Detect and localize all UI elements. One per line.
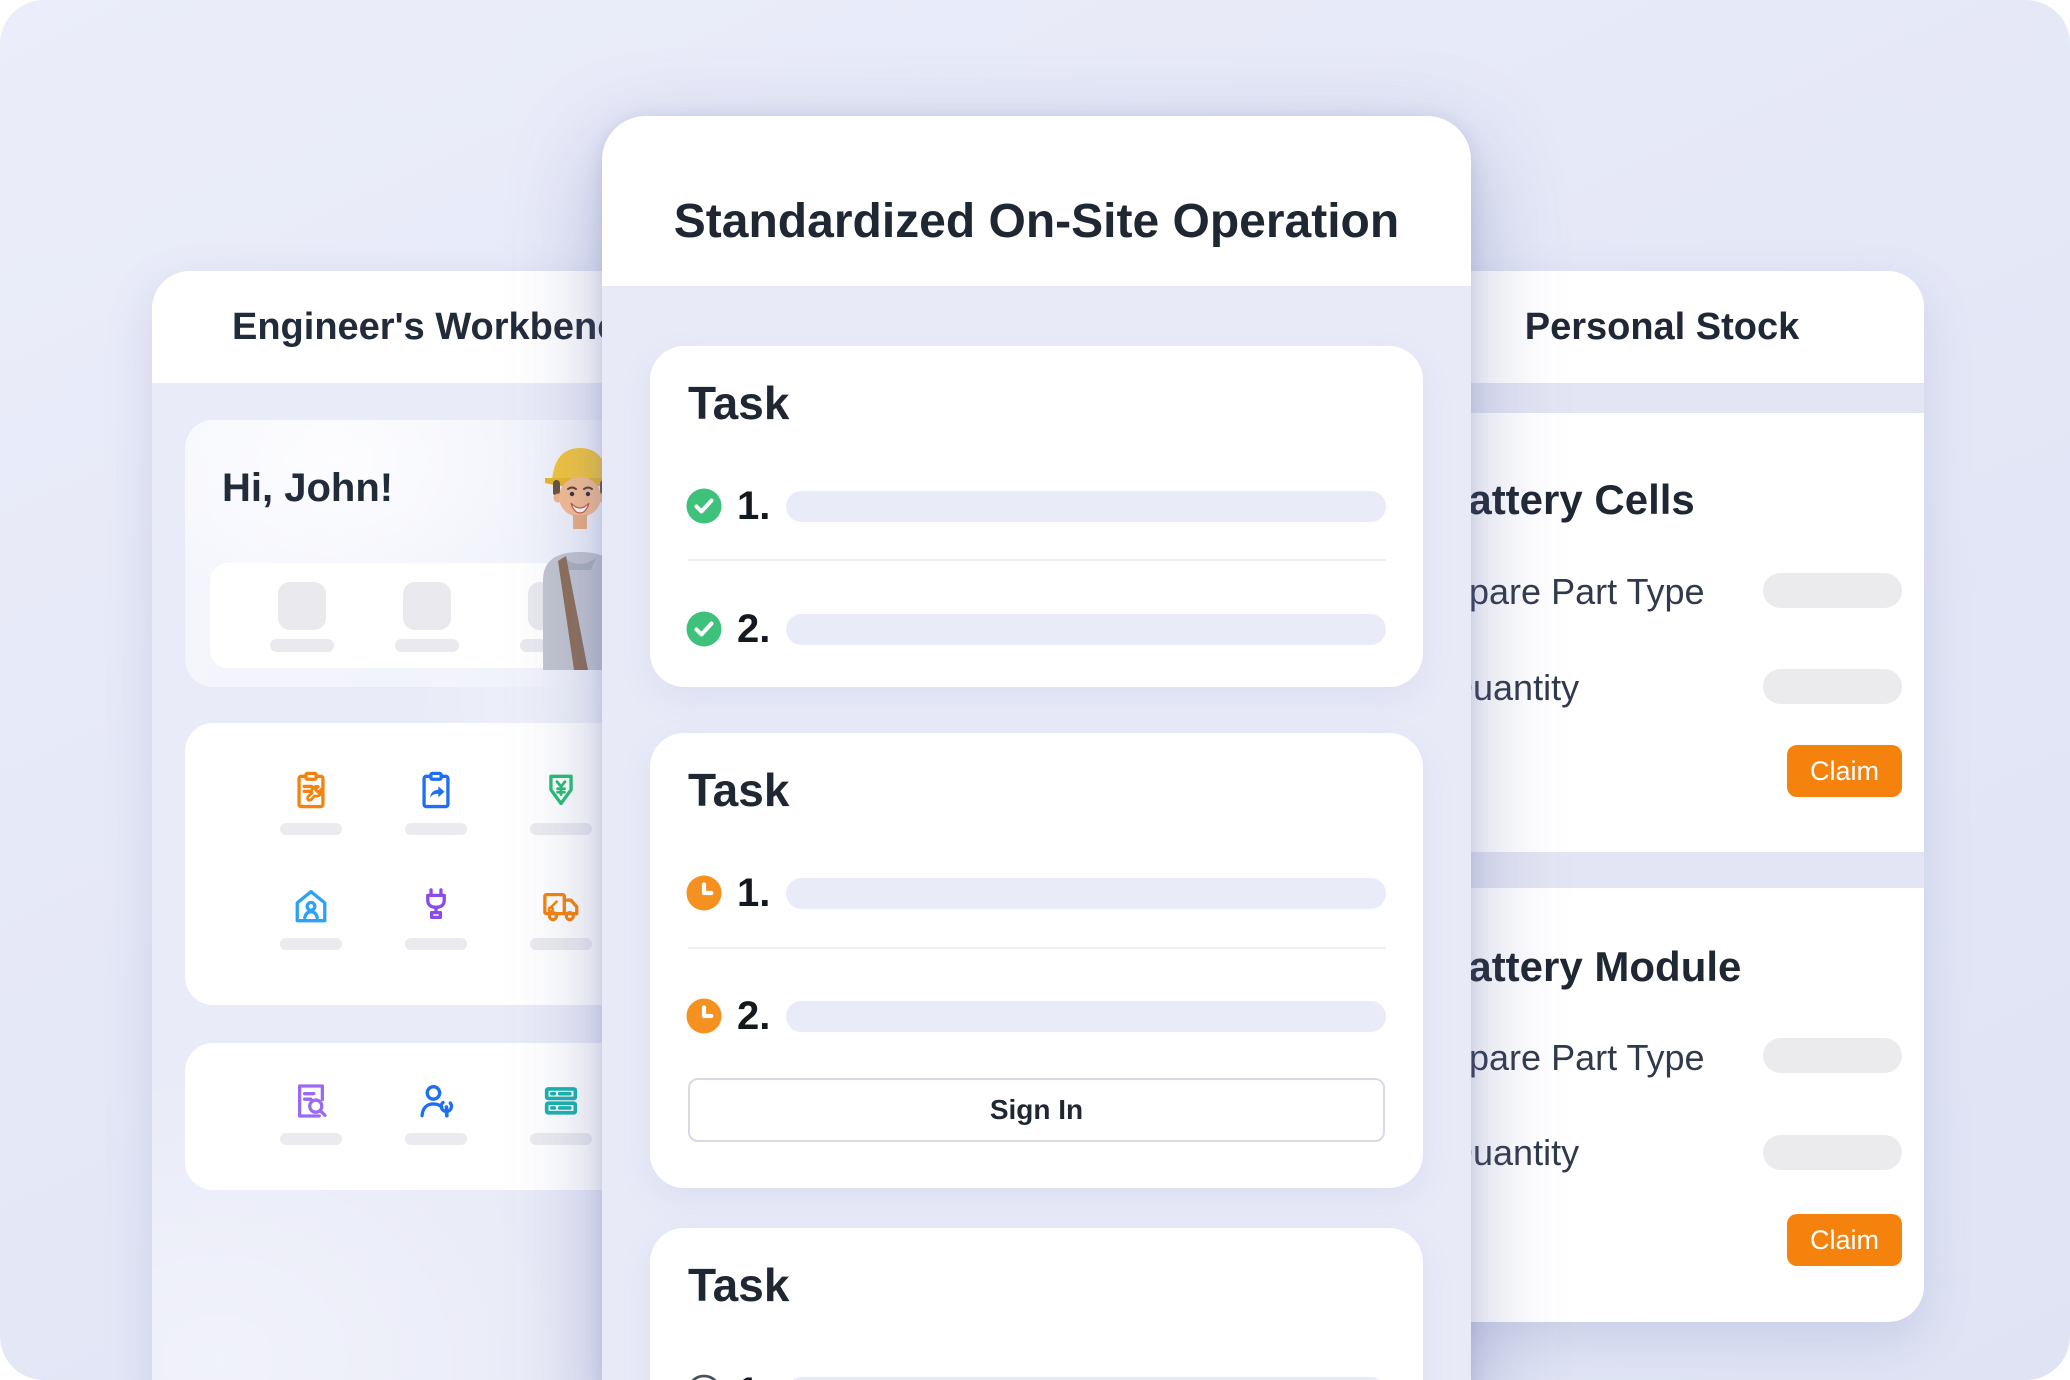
feature-transfer[interactable] xyxy=(388,769,484,835)
onsite-operation-title: Standardized On-Site Operation xyxy=(602,194,1471,250)
feature-label-placeholder xyxy=(405,938,467,950)
onsite-operation-header: Standardized On-Site Operation xyxy=(602,116,1471,286)
stat-label-placeholder xyxy=(395,639,459,652)
task-item-row: 1. xyxy=(650,488,1423,524)
spare-part-type-value-placeholder xyxy=(1763,573,1902,608)
claim-button-battery-cells[interactable]: Claim xyxy=(1787,745,1902,797)
document-search-icon xyxy=(289,1079,333,1123)
tool-inspection[interactable] xyxy=(263,1079,359,1145)
receive-payment-icon xyxy=(539,769,583,813)
feature-label-placeholder xyxy=(530,823,592,835)
clock-icon xyxy=(686,998,722,1034)
sign-in-button[interactable]: Sign In xyxy=(688,1078,1385,1142)
feature-receive-payment[interactable] xyxy=(513,769,609,835)
check-circle-icon xyxy=(686,611,722,647)
task-item-text-placeholder xyxy=(786,1001,1386,1032)
tool-label-placeholder xyxy=(530,1133,592,1145)
personal-stock-panel: Personal Stock Battery Cells Spare Part … xyxy=(1400,271,1924,1322)
tool-label-placeholder xyxy=(280,1133,342,1145)
stat-label-placeholder xyxy=(270,639,334,652)
task-card-pending: Task 1. 2. xyxy=(650,733,1423,1188)
task-item-number: 2. xyxy=(737,994,770,1038)
quantity-value-placeholder xyxy=(1763,1135,1902,1170)
section-divider-band xyxy=(1400,383,1924,413)
stat-placeholder xyxy=(379,563,475,668)
tool-label-placeholder xyxy=(405,1133,467,1145)
stat-icon-placeholder xyxy=(403,582,451,630)
stat-placeholder xyxy=(254,563,350,668)
section-divider-band xyxy=(1400,852,1924,888)
task-card-title: Task xyxy=(688,376,789,430)
feature-service-truck[interactable] xyxy=(513,884,609,950)
service-truck-icon xyxy=(539,884,583,928)
feature-label-placeholder xyxy=(280,938,342,950)
spare-part-type-label: Spare Part Type xyxy=(1445,571,1705,613)
spare-part-type-label: Spare Part Type xyxy=(1445,1037,1705,1079)
work-order-icon xyxy=(289,769,333,813)
onsite-operation-panel: Standardized On-Site Operation Task 1. xyxy=(602,116,1471,1380)
feature-label-placeholder xyxy=(405,823,467,835)
task-card-title: Task xyxy=(688,763,789,817)
task-item-row: 2. xyxy=(650,611,1423,647)
task-item-row: 2. xyxy=(650,998,1423,1034)
personal-stock-title: Personal Stock xyxy=(1400,303,1924,351)
feature-charging[interactable] xyxy=(388,884,484,950)
task-card-upcoming: Task 1. xyxy=(650,1228,1423,1380)
clock-outline-icon xyxy=(686,1374,722,1380)
workbench-title: Engineer's Workbench xyxy=(232,303,642,351)
feature-label-placeholder xyxy=(280,823,342,835)
row-divider xyxy=(688,559,1386,561)
task-card-completed: Task 1. 2. xyxy=(650,346,1423,687)
app-showcase: Engineer's Workbench Hi, John! xyxy=(0,0,2070,1380)
stat-icon-placeholder xyxy=(278,582,326,630)
engineer-wrench-icon xyxy=(414,1079,458,1123)
asset-servers-icon xyxy=(539,1079,583,1123)
task-card-title: Task xyxy=(688,1258,789,1312)
claim-button-battery-module[interactable]: Claim xyxy=(1787,1214,1902,1266)
check-circle-icon xyxy=(686,488,722,524)
section-title-battery-cells: Battery Cells xyxy=(1438,475,1695,525)
task-item-row: 1. xyxy=(650,1374,1423,1380)
feature-home-visit[interactable] xyxy=(263,884,359,950)
transfer-clipboard-icon xyxy=(414,769,458,813)
feature-label-placeholder xyxy=(530,938,592,950)
feature-work-order[interactable] xyxy=(263,769,359,835)
greeting-text: Hi, John! xyxy=(222,464,393,512)
charging-plug-icon xyxy=(414,884,458,928)
spare-part-type-value-placeholder xyxy=(1763,1038,1902,1073)
task-item-number: 1. xyxy=(737,871,770,915)
row-divider xyxy=(688,947,1386,949)
clock-icon xyxy=(686,875,722,911)
quantity-value-placeholder xyxy=(1763,669,1902,704)
tool-assets[interactable] xyxy=(513,1079,609,1145)
task-item-row: 1. xyxy=(650,875,1423,911)
section-title-battery-module: Battery Module xyxy=(1438,942,1741,992)
task-item-number: 1. xyxy=(737,484,770,528)
task-item-number: 2. xyxy=(737,607,770,651)
home-visit-icon xyxy=(289,884,333,928)
task-item-number: 1. xyxy=(737,1370,770,1380)
tool-engineer[interactable] xyxy=(388,1079,484,1145)
task-item-text-placeholder xyxy=(786,491,1386,522)
task-item-text-placeholder xyxy=(786,878,1386,909)
task-item-text-placeholder xyxy=(786,614,1386,645)
